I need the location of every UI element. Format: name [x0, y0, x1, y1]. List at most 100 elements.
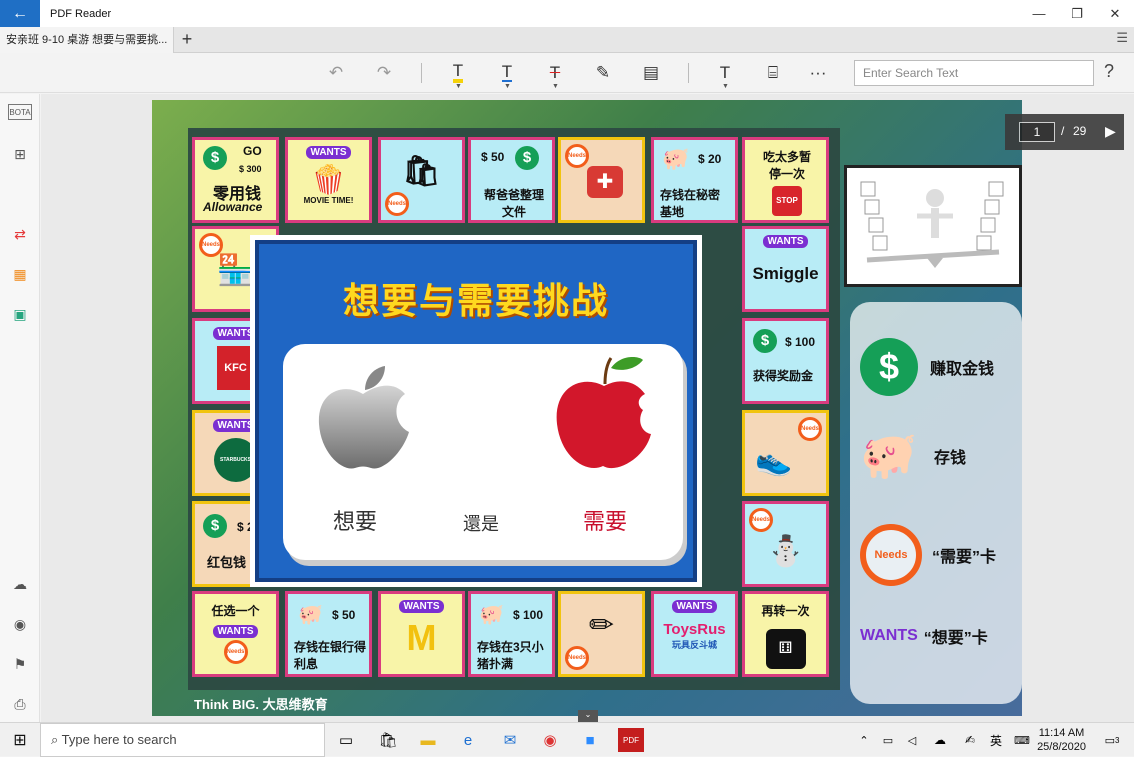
- mcdonalds-logo: M: [406, 617, 437, 658]
- legend-save: 🐖 存钱: [860, 428, 966, 483]
- undo-icon[interactable]: ↶: [321, 59, 351, 87]
- search-input[interactable]: Enter Search Text: [854, 60, 1094, 86]
- help-button[interactable]: ?: [1104, 61, 1114, 82]
- cell-uniqlo: Needs ⛄: [742, 501, 829, 587]
- taskbar-search-placeholder: Type here to search: [61, 732, 177, 747]
- task-view-icon[interactable]: ▭: [334, 728, 358, 752]
- strikeout-text-icon[interactable]: T ▼: [540, 59, 570, 90]
- pdf-page: $ GO $ 300 零用钱 Allowance WANTS 🍿 MOVIE T…: [152, 100, 1022, 716]
- file-explorer-icon[interactable]: ▬: [416, 728, 440, 752]
- uniqlo-icon: ⛄: [767, 535, 805, 568]
- tray-chevron-icon[interactable]: ⌃: [852, 728, 876, 752]
- apple-card: 想要 還是 需要: [283, 344, 683, 560]
- cell-amount: $ 50: [481, 150, 505, 164]
- convert-icon[interactable]: ⇄: [6, 222, 34, 246]
- print-icon[interactable]: ⎙: [6, 692, 34, 716]
- input-language[interactable]: 英: [984, 728, 1008, 752]
- cell-smiggle: WANTS Smiggle: [742, 226, 829, 312]
- keyboard-icon[interactable]: ⌨: [1010, 728, 1034, 752]
- notifications-icon[interactable]: ▭ 3: [1100, 728, 1124, 752]
- or-label: 還是: [463, 514, 499, 534]
- note-icon[interactable]: ▤: [636, 59, 666, 87]
- mail-icon[interactable]: ✉: [498, 728, 522, 752]
- cell-first-aid: Needs ✚: [558, 137, 645, 223]
- bookmark-icon[interactable]: ⚑: [6, 652, 34, 676]
- thumbnails-icon[interactable]: ⊞: [6, 142, 34, 166]
- dollar-icon: $: [515, 146, 539, 170]
- piggy-bank-icon: 🐖: [860, 429, 918, 481]
- needs-icon: Needs: [565, 144, 589, 168]
- wants-tag: WANTS: [399, 600, 444, 613]
- center-panel: 想要与需要挑战 想要 還是 需要: [250, 235, 702, 587]
- red-apple-icon: [556, 357, 651, 469]
- dollar-icon: $: [753, 329, 777, 353]
- pen-workspace-icon[interactable]: ✍: [958, 728, 982, 752]
- next-page-button[interactable]: ▶: [1105, 123, 1116, 140]
- cell-text: 再转一次: [761, 604, 810, 618]
- cell-text: 存钱在秘密基地: [660, 188, 721, 219]
- toysrus-logo: ToysRus: [663, 621, 726, 638]
- legend-panel: $ 赚取金钱 🐖 存钱 Needs “需要”卡 WANTS “想要”卡: [850, 302, 1022, 704]
- cell-bank-50: 🐖 $ 50 存钱在银行得利息: [285, 591, 372, 677]
- page-separator: /: [1061, 124, 1065, 138]
- dollar-icon: $: [203, 514, 227, 538]
- cell-amount: $ 20: [698, 152, 722, 166]
- page-number-input[interactable]: 1: [1019, 122, 1055, 142]
- cell-text: 存钱在银行得利息: [294, 640, 367, 671]
- volume-icon[interactable]: ◁: [900, 728, 924, 752]
- chrome-icon[interactable]: ◉: [538, 728, 562, 752]
- text-tool-icon[interactable]: T ▼: [710, 59, 740, 90]
- organize-icon[interactable]: ▦: [6, 262, 34, 286]
- cell-bonus: $ $ 100 获得奖励金: [742, 318, 829, 404]
- highlight-text-icon[interactable]: T ▼: [443, 59, 473, 90]
- taskbar-search-input[interactable]: ⌕ Type here to search: [40, 723, 325, 757]
- cell-spin-again: 再转一次 ⚅: [742, 591, 829, 677]
- underline-text-icon[interactable]: T ▼: [492, 59, 522, 90]
- collapse-toolbar-icon[interactable]: ⌄: [578, 710, 598, 722]
- new-tab-button[interactable]: +: [174, 27, 200, 53]
- wants-tag: WANTS: [213, 625, 258, 638]
- kfc-logo: KFC: [216, 346, 255, 390]
- windows-start-icon[interactable]: ⊞: [0, 723, 40, 757]
- onedrive-icon[interactable]: ☁: [928, 728, 952, 752]
- piggy-bank-icon: 🐖: [479, 604, 504, 626]
- cell-pick-one: 任选一个 WANTS Needs: [192, 591, 279, 677]
- cell-text: 红包钱: [207, 555, 247, 570]
- cell-savings-20: 🐖 $ 20 存钱在秘密基地: [651, 137, 738, 223]
- back-button[interactable]: ←: [0, 0, 40, 27]
- tab-menu-icon[interactable]: ☰: [1116, 30, 1128, 46]
- clock[interactable]: 11:14 AM 25/8/2020: [1037, 726, 1086, 754]
- tab-bar: 安亲班 9-10 桌游 想要与需要挑... + ☰: [0, 27, 1134, 53]
- cell-groceries: 🛍 Needs: [378, 137, 465, 223]
- pen-icon[interactable]: ✎: [588, 59, 618, 87]
- piggy-bank-icon: 🐖: [662, 146, 690, 171]
- redo-icon[interactable]: ↷: [369, 59, 399, 87]
- view-icon[interactable]: ◉: [6, 612, 34, 636]
- form-icon[interactable]: ▣: [6, 302, 34, 326]
- cloud-icon[interactable]: ☁: [6, 572, 34, 596]
- bookmark-outline-tab[interactable]: BOTA: [8, 104, 32, 120]
- battery-icon[interactable]: ▭: [876, 728, 900, 752]
- minimize-button[interactable]: —: [1020, 0, 1058, 27]
- needs-icon: Needs: [860, 524, 922, 586]
- stop-sign-icon: STOP: [772, 186, 802, 216]
- toolbar-divider: [688, 63, 689, 83]
- stamp-icon[interactable]: ⌸: [758, 59, 788, 87]
- maximize-button[interactable]: ❐: [1058, 0, 1096, 27]
- document-tab[interactable]: 安亲班 9-10 桌游 想要与需要挑...: [0, 27, 174, 53]
- wants-tag: WANTS: [672, 600, 717, 613]
- close-button[interactable]: ✕: [1096, 0, 1134, 27]
- cell-amount: $ 100: [513, 608, 544, 622]
- more-button[interactable]: ···: [803, 59, 833, 87]
- edge-icon[interactable]: e: [456, 728, 480, 752]
- zoom-icon[interactable]: ■: [578, 728, 602, 752]
- cell-text: 吃太多暂停一次: [762, 150, 811, 181]
- needs-icon: Needs: [798, 417, 822, 441]
- brand-footer: Think BIG. 大思维教育: [194, 697, 328, 712]
- cell-sneaker: Needs 👟: [742, 410, 829, 496]
- legend-wants: WANTS “想要”卡: [860, 624, 988, 648]
- go-amount: $ 300: [239, 164, 262, 174]
- pdf-reader-taskbar-icon[interactable]: PDF: [618, 728, 644, 752]
- page-total: 29: [1073, 124, 1087, 138]
- store-icon[interactable]: 🛍: [376, 728, 400, 752]
